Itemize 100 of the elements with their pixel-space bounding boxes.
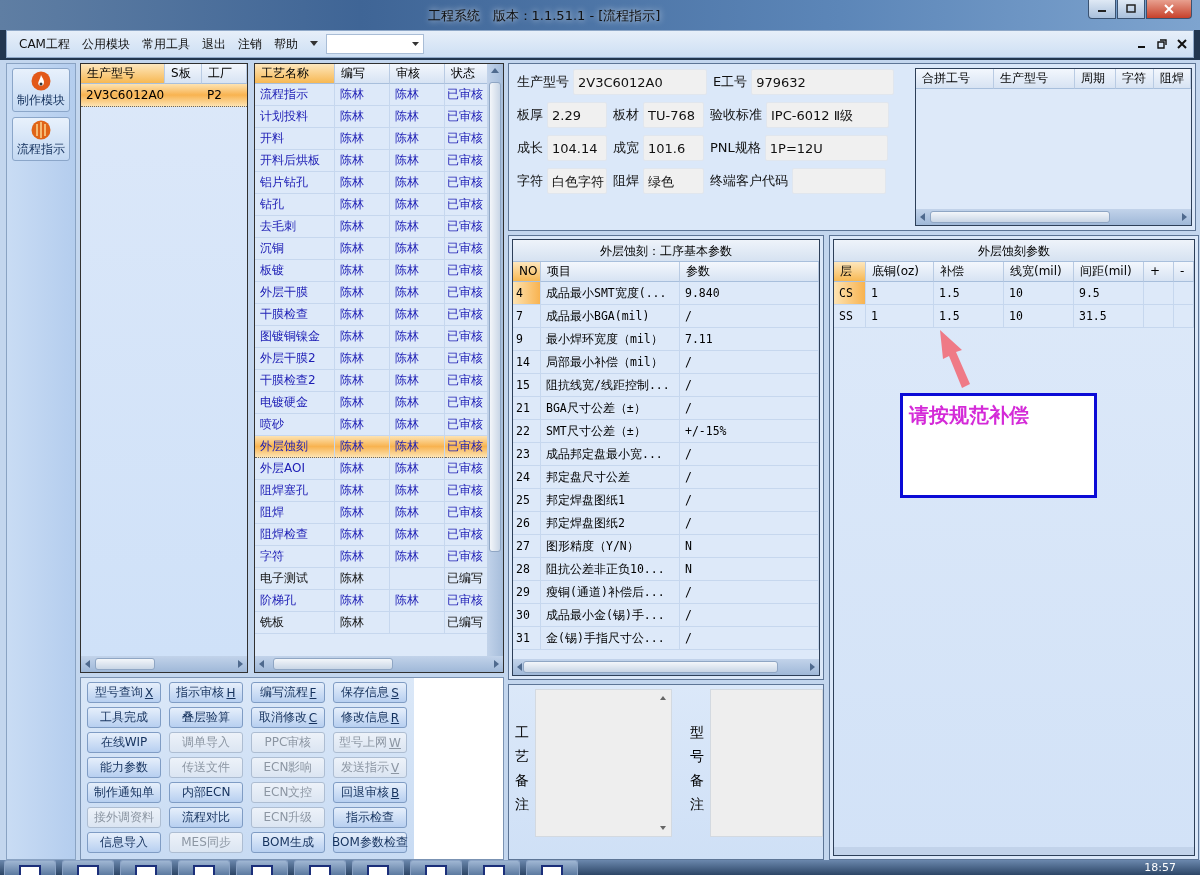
taskbar-button[interactable]: [410, 860, 462, 875]
column-header[interactable]: 周期: [1075, 69, 1116, 89]
nav-button[interactable]: 流程指示: [12, 117, 70, 161]
menu-item[interactable]: 注销: [237, 33, 262, 55]
table-row[interactable]: 15 阻抗线宽/线距控制... /: [513, 374, 819, 397]
table-row[interactable]: 22 SMT尺寸公差（±） +/-15%: [513, 420, 819, 443]
action-button[interactable]: 流程对比: [169, 807, 243, 828]
text-field[interactable]: 979632: [751, 69, 895, 95]
text-field[interactable]: 101.6: [643, 135, 704, 161]
vertical-scrollbar[interactable]: [487, 64, 503, 656]
column-header[interactable]: 审核: [390, 64, 445, 84]
table-row[interactable]: 7 成品最小BGA(mil) /: [513, 305, 819, 328]
table-row[interactable]: 23 成品邦定盘最小宽... /: [513, 443, 819, 466]
table-row[interactable]: 25 邦定焊盘图纸1 /: [513, 489, 819, 512]
taskbar-button[interactable]: [294, 860, 346, 875]
column-header[interactable]: 底铜(oz): [866, 262, 934, 282]
taskbar-button[interactable]: [4, 860, 56, 875]
menu-item[interactable]: 退出: [201, 33, 226, 55]
table-row[interactable]: CS 1 1.5 10 9.5: [834, 282, 1194, 305]
menu-item[interactable]: CAM工程: [19, 33, 70, 55]
taskbar-button[interactable]: [526, 860, 578, 875]
taskbar-button[interactable]: [120, 860, 172, 875]
table-row[interactable]: 31 金(锡)手指尺寸公... /: [513, 627, 819, 650]
column-header[interactable]: 参数: [680, 262, 819, 282]
text-field[interactable]: 2.29: [547, 102, 607, 128]
action-button[interactable]: 工具完成: [87, 707, 161, 728]
restore-icon[interactable]: [1157, 39, 1167, 49]
table-row[interactable]: 26 邦定焊盘图纸2 /: [513, 512, 819, 535]
action-button[interactable]: 保存信息 S: [333, 682, 407, 703]
column-header[interactable]: -: [1174, 262, 1194, 282]
column-header[interactable]: 阻焊: [1154, 69, 1191, 89]
table-row[interactable]: 28 阻抗公差非正负10... N: [513, 558, 819, 581]
table-row[interactable]: 14 局部最小补偿（mil） /: [513, 351, 819, 374]
taskbar-button[interactable]: [178, 860, 230, 875]
notes-field[interactable]: [710, 689, 823, 837]
text-field[interactable]: 104.14: [547, 135, 607, 161]
action-button[interactable]: 修改信息 R: [333, 707, 407, 728]
close-icon[interactable]: [1177, 39, 1187, 49]
column-header[interactable]: 间距(mil): [1074, 262, 1144, 282]
table-row[interactable]: 30 成品最小金(锡)手... /: [513, 604, 819, 627]
horizontal-scrollbar[interactable]: [916, 209, 1191, 225]
action-button[interactable]: 内部ECN: [169, 782, 243, 803]
notes-field[interactable]: [535, 689, 673, 837]
column-header[interactable]: 项目: [541, 262, 680, 282]
taskbar-button[interactable]: [62, 860, 114, 875]
dropdown-field[interactable]: [325, 34, 424, 54]
table-row[interactable]: 27 图形精度（Y/N） N: [513, 535, 819, 558]
table-row[interactable]: 9 最小焊环宽度（mil） 7.11: [513, 328, 819, 351]
column-header[interactable]: 字符: [1116, 69, 1154, 89]
menu-item[interactable]: 公用模块: [81, 33, 130, 55]
horizontal-scrollbar[interactable]: [81, 656, 247, 672]
action-button[interactable]: 取消修改 C: [251, 707, 325, 728]
taskbar-button[interactable]: [352, 860, 404, 875]
menu-item[interactable]: 帮助: [273, 33, 298, 55]
close-button[interactable]: [1146, 0, 1192, 19]
table-row[interactable]: 外层蚀刻 陈林 陈林 已审核: [255, 436, 487, 458]
caret-icon[interactable]: [411, 42, 419, 46]
nav-button[interactable]: 制作模块: [12, 68, 70, 112]
action-button[interactable]: 型号查询 X: [87, 682, 161, 703]
action-button[interactable]: 回退审核 B: [333, 782, 407, 803]
table-row[interactable]: 2V3C6012A0 P2: [81, 84, 247, 107]
action-button[interactable]: BOM参数检查: [333, 832, 407, 853]
horizontal-scrollbar[interactable]: [513, 659, 819, 675]
horizontal-scrollbar[interactable]: [255, 656, 503, 672]
column-header[interactable]: 线宽(mil): [1004, 262, 1074, 282]
table-row[interactable]: 21 BGA尺寸公差（±） /: [513, 397, 819, 420]
action-button[interactable]: 指示审核 H: [169, 682, 243, 703]
action-button[interactable]: 制作通知单: [87, 782, 161, 803]
column-header[interactable]: 合拼工号: [916, 69, 994, 89]
table-row[interactable]: 24 邦定盘尺寸公差 /: [513, 466, 819, 489]
column-header[interactable]: NO: [513, 262, 541, 282]
taskbar-button[interactable]: [468, 860, 520, 875]
caret-icon[interactable]: [309, 41, 318, 47]
action-button[interactable]: 能力参数: [87, 757, 161, 778]
text-field[interactable]: IPC-6012 Ⅱ级: [766, 102, 889, 128]
menu-item[interactable]: 常用工具: [141, 33, 190, 55]
column-header[interactable]: 工艺名称: [255, 64, 335, 84]
text-field[interactable]: TU-768: [643, 102, 704, 128]
text-field[interactable]: 白色字符: [547, 168, 607, 194]
column-header[interactable]: 状态: [445, 64, 487, 84]
table-row[interactable]: 4 成品最小SMT宽度(... 9.840: [513, 282, 819, 305]
column-header[interactable]: S板: [165, 64, 202, 84]
action-button[interactable]: 在线WIP: [87, 732, 161, 753]
column-header[interactable]: 编写: [335, 64, 390, 84]
column-header[interactable]: 工厂: [202, 64, 247, 84]
action-button[interactable]: 编写流程 F: [251, 682, 325, 703]
maximize-button[interactable]: [1117, 0, 1145, 19]
horizontal-scrollbar[interactable]: [834, 847, 1194, 855]
taskbar-button[interactable]: [236, 860, 288, 875]
text-field[interactable]: 1P=12U: [764, 135, 888, 161]
table-row[interactable]: SS 1 1.5 10 31.5: [834, 305, 1194, 328]
table-row[interactable]: 29 瘦铜(通道)补偿后... /: [513, 581, 819, 604]
column-header[interactable]: 生产型号: [81, 64, 165, 84]
action-button[interactable]: 指示检查: [333, 807, 407, 828]
column-header[interactable]: +: [1144, 262, 1174, 282]
column-header[interactable]: 补偿: [934, 262, 1004, 282]
action-button[interactable]: BOM生成: [251, 832, 325, 853]
action-button[interactable]: 信息导入: [87, 832, 161, 853]
text-field[interactable]: 2V3C6012A0: [573, 69, 707, 95]
minimize-button[interactable]: [1088, 0, 1116, 19]
